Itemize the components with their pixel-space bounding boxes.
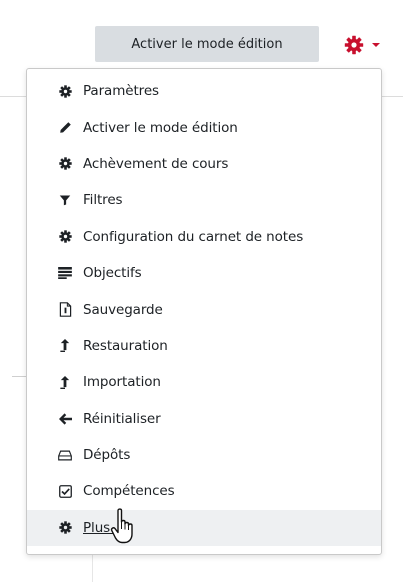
page: Activer le mode édition Paramètres Activ… <box>0 0 403 582</box>
pencil-icon <box>57 120 73 136</box>
menu-item-label: Restauration <box>83 337 168 354</box>
menu-item-label: Dépôts <box>83 447 131 464</box>
menu-item-filters[interactable]: Filtres <box>27 182 381 218</box>
gear-icon <box>57 520 73 536</box>
caret-down-icon <box>372 42 380 48</box>
menu-item-edit-mode[interactable]: Activer le mode édition <box>27 109 381 145</box>
settings-menu-trigger[interactable] <box>344 32 392 58</box>
menu-item-label: Plus... <box>83 519 123 536</box>
menu-item-label: Importation <box>83 374 161 391</box>
menu-item-more[interactable]: Plus... <box>27 509 381 547</box>
edit-mode-button-label: Activer le mode édition <box>131 36 283 52</box>
upload-icon <box>57 374 73 390</box>
menu-item-competencies[interactable]: Compétences <box>27 473 381 509</box>
menu-item-label: Activer le mode édition <box>83 119 238 136</box>
menu-item-label: Compétences <box>83 483 175 500</box>
menu-item-restore[interactable]: Restauration <box>27 328 381 364</box>
upload-icon <box>57 338 73 354</box>
menu-item-label: Objectifs <box>83 265 142 282</box>
menu-item-parametres[interactable]: Paramètres <box>27 73 381 109</box>
list-icon <box>57 265 73 281</box>
menu-item-outcomes[interactable]: Objectifs <box>27 255 381 291</box>
gear-icon <box>57 83 73 99</box>
checkbox-icon <box>57 483 73 499</box>
menu-item-import[interactable]: Importation <box>27 364 381 400</box>
menu-item-course-completion[interactable]: Achèvement de cours <box>27 146 381 182</box>
menu-item-label: Sauvegarde <box>83 301 163 318</box>
drive-icon <box>57 447 73 463</box>
gear-icon <box>344 35 364 55</box>
menu-item-backup[interactable]: Sauvegarde <box>27 291 381 327</box>
gear-icon <box>57 156 73 172</box>
menu-item-reset[interactable]: Réinitialiser <box>27 401 381 437</box>
menu-item-label: Réinitialiser <box>83 410 161 427</box>
filter-icon <box>57 192 73 208</box>
arrow-left-icon <box>57 411 73 427</box>
divider <box>12 376 26 377</box>
menu-item-label: Paramètres <box>83 83 159 100</box>
menu-item-gradebook-setup[interactable]: Configuration du carnet de notes <box>27 219 381 255</box>
menu-item-label: Achèvement de cours <box>83 155 229 172</box>
edit-mode-button[interactable]: Activer le mode édition <box>95 26 319 62</box>
menu-item-label: Configuration du carnet de notes <box>83 228 304 245</box>
gear-icon <box>57 229 73 245</box>
file-icon <box>57 302 73 318</box>
menu-item-label: Filtres <box>83 192 123 209</box>
menu-item-repositories[interactable]: Dépôts <box>27 437 381 473</box>
settings-dropdown-menu: Paramètres Activer le mode édition Achèv… <box>26 68 382 555</box>
